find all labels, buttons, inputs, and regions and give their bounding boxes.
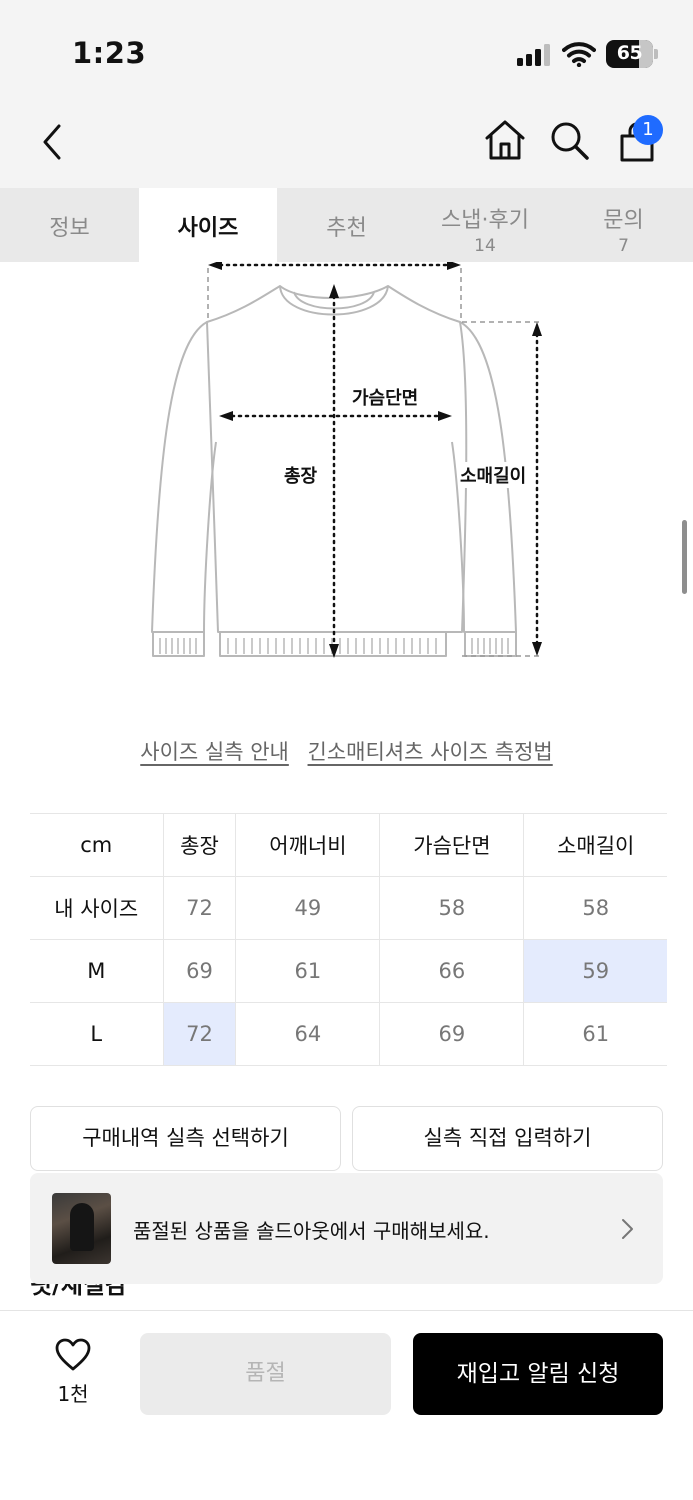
tab-label: 스냅·후기	[441, 208, 529, 233]
chevron-right-icon	[622, 1219, 633, 1239]
long-sleeve-measure-method-link[interactable]: 긴소매티셔츠 사이즈 측정법	[308, 740, 553, 764]
soldout-promo-banner[interactable]: 품절된 상품을 솔드아웃에서 구매해보세요.	[30, 1173, 663, 1284]
product-thumbnail	[52, 1193, 111, 1264]
tab-count: 14	[474, 236, 496, 256]
size-measurement-guide-link[interactable]: 사이즈 실측 안내	[140, 740, 289, 764]
tab-inquiry[interactable]: 문의 7	[554, 188, 693, 262]
tab-label: 문의	[603, 208, 644, 233]
battery-level: 65	[616, 42, 643, 64]
sweatshirt-illustration	[151, 260, 542, 658]
table-cell: 49	[235, 876, 380, 940]
manual-measure-input-button[interactable]: 실측 직접 입력하기	[352, 1106, 663, 1171]
table-cell: 69	[162, 939, 236, 1003]
table-cell: 58	[523, 876, 667, 940]
size-table: cm 총장 어깨너비 가슴단면 소매길이 내 사이즈 72 49 58 58 M…	[30, 813, 667, 1066]
sleeve-length-label: 소매길이	[460, 462, 527, 488]
scrollbar[interactable]	[682, 520, 687, 594]
tab-info[interactable]: 정보	[0, 188, 139, 262]
tab-label: 사이즈	[177, 216, 239, 241]
chest-width-label: 가슴단면	[352, 384, 419, 410]
purchase-history-measure-button[interactable]: 구매내역 실측 선택하기	[30, 1106, 341, 1171]
top-navigation-bar	[0, 96, 693, 188]
like-button[interactable]: 1천	[48, 1338, 98, 1407]
table-cell-highlighted: 59	[523, 939, 667, 1003]
cart-count-badge: 1	[633, 115, 663, 145]
search-icon[interactable]	[549, 120, 591, 162]
tab-label: 정보	[49, 216, 90, 241]
table-header-row: cm 총장 어깨너비 가슴단면 소매길이	[30, 813, 667, 877]
table-cell: 64	[235, 1002, 380, 1066]
column-header: 어깨너비	[235, 813, 380, 877]
table-row: 내 사이즈 72 49 58 58	[30, 876, 667, 940]
cellular-signal-icon	[517, 44, 551, 66]
status-time: 1:23	[72, 36, 147, 70]
soldout-button: 품절	[140, 1333, 391, 1415]
table-cell: 61	[235, 939, 380, 1003]
table-row: L 72 64 69 61	[30, 1002, 667, 1066]
tab-snap-review[interactable]: 스냅·후기 14	[416, 188, 554, 262]
tab-recommend[interactable]: 추천	[277, 188, 416, 262]
table-cell-highlighted: 72	[162, 1002, 236, 1066]
back-arrow-icon[interactable]	[38, 122, 66, 162]
row-label: M	[30, 939, 163, 1003]
product-tabs: 정보 사이즈 추천 스냅·후기 14 문의 7	[0, 188, 693, 262]
status-bar: 1:23 65	[0, 0, 693, 96]
heart-icon	[55, 1338, 91, 1371]
table-cell: 72	[162, 876, 236, 940]
total-length-label: 총장	[284, 462, 318, 488]
row-label: 내 사이즈	[30, 876, 163, 940]
like-count: 1천	[57, 1382, 89, 1406]
wifi-icon	[562, 42, 596, 67]
table-row: M 69 61 66 59	[30, 939, 667, 1003]
column-header: 가슴단면	[379, 813, 524, 877]
size-measurement-diagram: 가슴단면 총장 소매길이	[0, 260, 693, 682]
table-cell: 61	[523, 1002, 667, 1066]
banner-text: 품절된 상품을 솔드아웃에서 구매해보세요.	[133, 1219, 490, 1243]
tab-size[interactable]: 사이즈	[139, 188, 277, 262]
row-label: L	[30, 1002, 163, 1066]
column-header: 총장	[162, 813, 236, 877]
home-icon[interactable]	[483, 118, 527, 162]
restock-alert-button[interactable]: 재입고 알림 신청	[413, 1333, 663, 1415]
table-cell: 58	[379, 876, 524, 940]
size-guide-links: 사이즈 실측 안내 긴소매티셔츠 사이즈 측정법	[0, 736, 693, 766]
column-header: 소매길이	[523, 813, 667, 877]
table-cell: 69	[379, 1002, 524, 1066]
tab-label: 추천	[326, 216, 367, 241]
battery-icon: 65	[606, 40, 653, 68]
table-cell: 66	[379, 939, 524, 1003]
tab-count: 7	[618, 236, 629, 256]
unit-header: cm	[30, 813, 163, 877]
